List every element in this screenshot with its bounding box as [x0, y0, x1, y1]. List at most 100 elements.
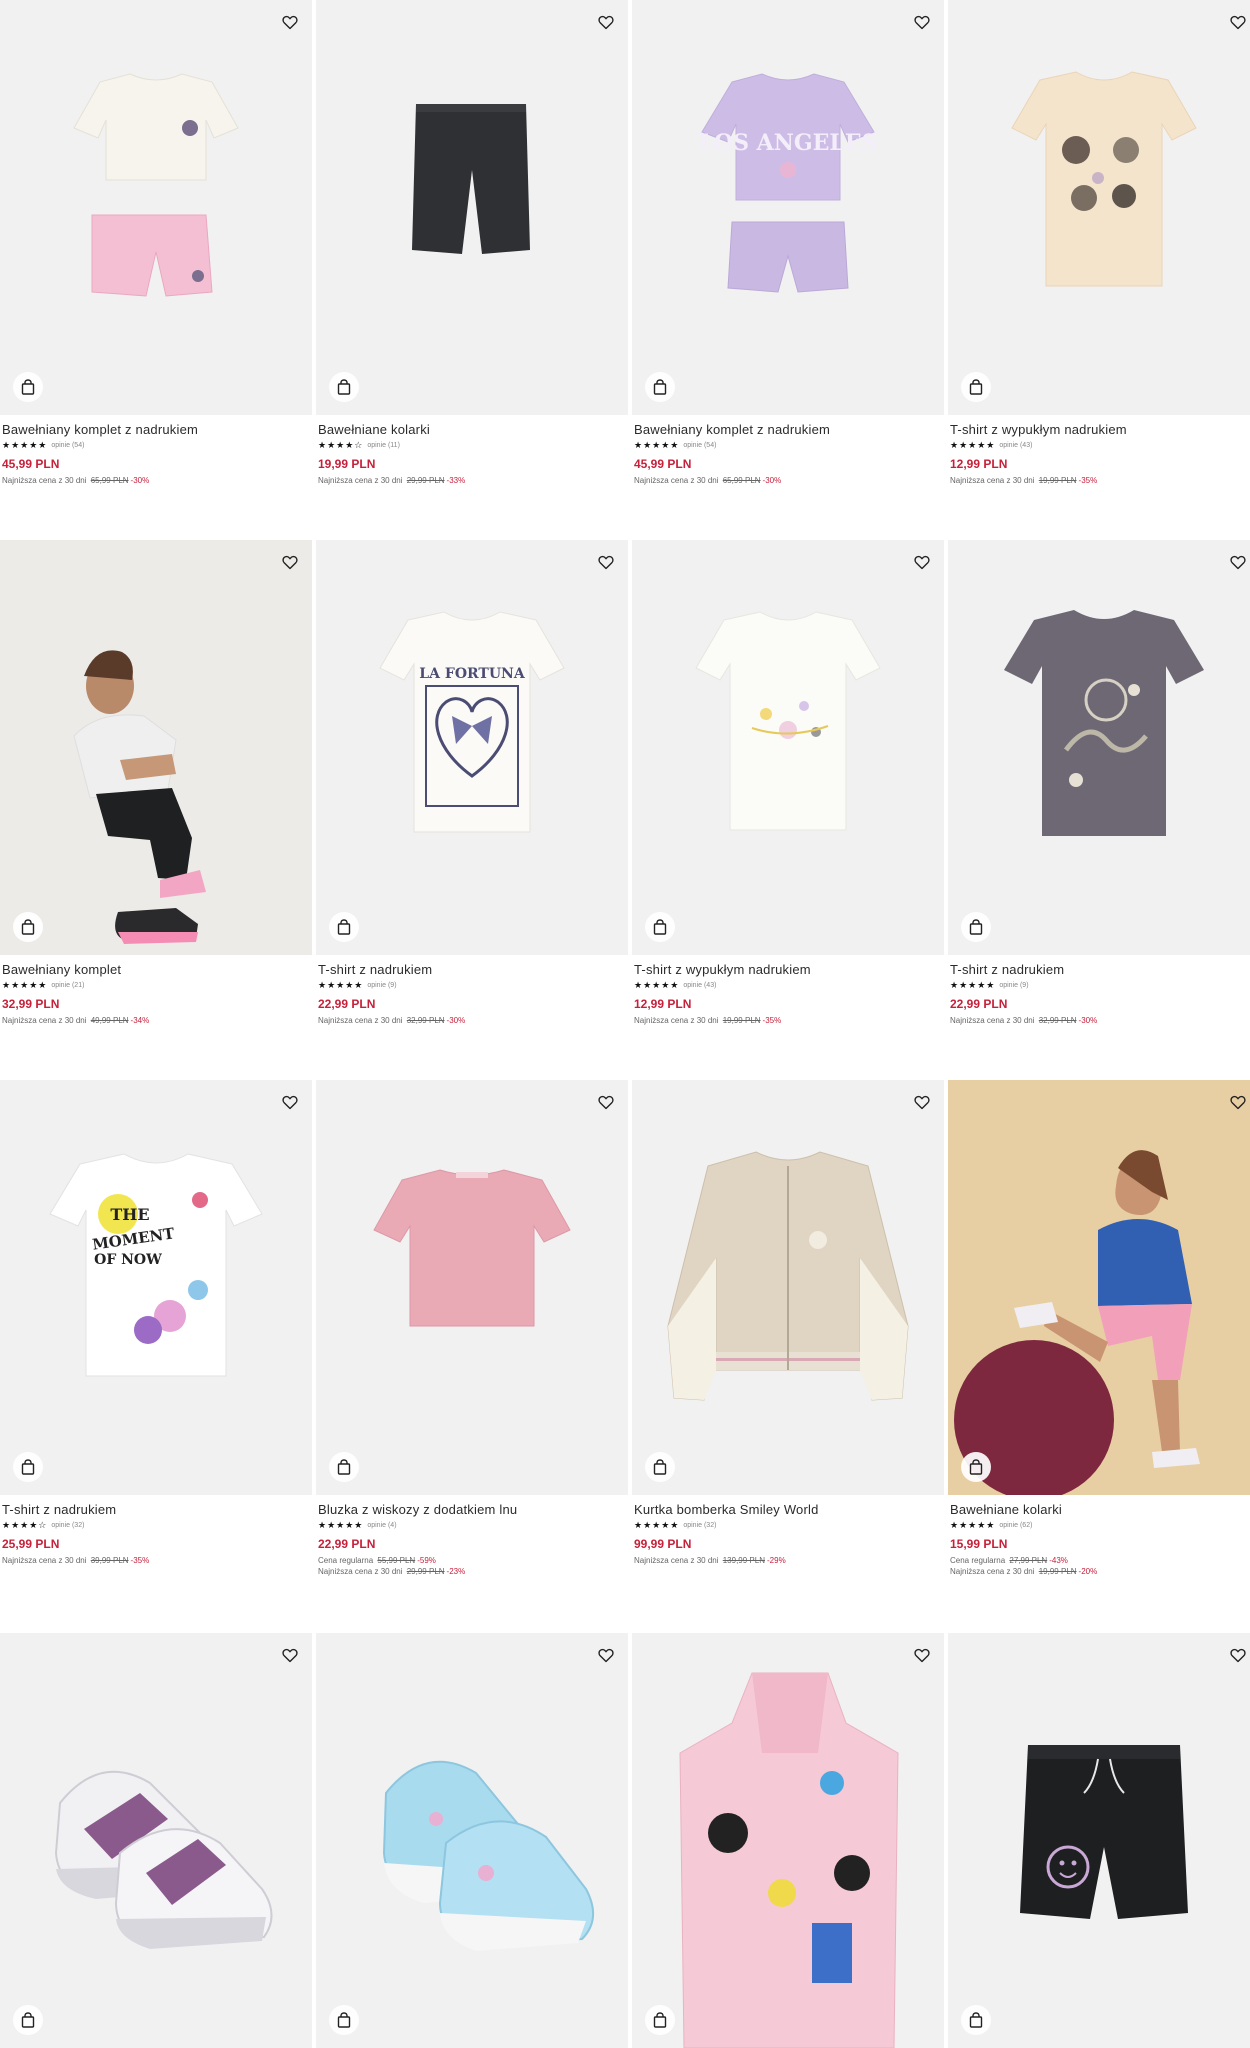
review-count[interactable]: opinie (32) — [683, 1521, 716, 1530]
review-count[interactable]: opinie (43) — [683, 981, 716, 990]
review-count[interactable]: opinie (43) — [999, 441, 1032, 450]
lowest-price: 65,99 PLN — [722, 476, 761, 485]
product-name[interactable]: Kurtka bomberka Smiley World — [634, 1502, 942, 1517]
product-card[interactable]: Bawełniany komplet ★★★★★ opinie (21) 32,… — [0, 540, 312, 1025]
product-image[interactable]: LA FORTUNA — [316, 540, 628, 955]
favorite-heart-icon[interactable] — [594, 1643, 618, 1667]
review-count[interactable]: opinie (4) — [367, 1521, 396, 1530]
product-image[interactable] — [948, 1080, 1250, 1495]
product-card[interactable]: Bluzka z wiskozy z dodatkiem lnu ★★★★★ o… — [316, 1080, 628, 1576]
review-count[interactable]: opinie (11) — [367, 441, 400, 450]
add-to-bag-icon[interactable] — [961, 372, 991, 402]
product-image[interactable] — [632, 540, 944, 955]
lowest-price-line: Najniższa cena z 30 dni 32,99 PLN -30% — [318, 1016, 626, 1025]
add-to-bag-icon[interactable] — [329, 912, 359, 942]
rating-stars: ★★★★★ — [2, 980, 48, 990]
product-image[interactable] — [948, 1633, 1250, 2048]
product-image[interactable] — [0, 1633, 312, 2048]
product-card[interactable] — [632, 1633, 944, 2048]
product-image[interactable] — [948, 540, 1250, 955]
add-to-bag-icon[interactable] — [13, 372, 43, 402]
add-to-bag-icon[interactable] — [961, 1452, 991, 1482]
favorite-heart-icon[interactable] — [594, 10, 618, 34]
add-to-bag-icon[interactable] — [961, 912, 991, 942]
product-image[interactable] — [948, 0, 1250, 415]
product-info: Bawełniany komplet z nadrukiem ★★★★★ opi… — [0, 415, 312, 485]
add-to-bag-icon[interactable] — [329, 372, 359, 402]
favorite-heart-icon[interactable] — [1226, 1090, 1250, 1114]
product-card[interactable]: T-shirt z nadrukiem ★★★★★ opinie (9) 22,… — [948, 540, 1250, 1025]
product-image[interactable]: LOS ANGELES — [632, 0, 944, 415]
favorite-heart-icon[interactable] — [278, 1643, 302, 1667]
product-card[interactable]: T-shirt z wypukłym nadrukiem ★★★★★ opini… — [948, 0, 1250, 485]
add-to-bag-icon[interactable] — [13, 1452, 43, 1482]
favorite-heart-icon[interactable] — [278, 10, 302, 34]
product-card[interactable]: THE MOMENT OF NOW T-shirt z nadrukiem ★★… — [0, 1080, 312, 1565]
add-to-bag-icon[interactable] — [13, 2005, 43, 2035]
product-image[interactable] — [316, 1633, 628, 2048]
product-name[interactable]: Bawełniane kolarki — [318, 422, 626, 437]
add-to-bag-icon[interactable] — [645, 1452, 675, 1482]
product-card[interactable]: Kurtka bomberka Smiley World ★★★★★ opini… — [632, 1080, 944, 1565]
product-card[interactable]: LA FORTUNA T-shirt z nadrukiem ★★★★★ opi… — [316, 540, 628, 1025]
product-card[interactable] — [0, 1633, 312, 2048]
product-rating: ★★★★★ opinie (54) — [634, 441, 942, 450]
product-name[interactable]: T-shirt z nadrukiem — [2, 1502, 310, 1517]
add-to-bag-icon[interactable] — [645, 372, 675, 402]
product-image[interactable] — [0, 0, 312, 415]
product-card[interactable] — [948, 1633, 1250, 2048]
product-image[interactable] — [632, 1080, 944, 1495]
product-name[interactable]: T-shirt z nadrukiem — [950, 962, 1250, 977]
lowest-price-label: Najniższa cena z 30 dni — [950, 1567, 1035, 1576]
review-count[interactable]: opinie (62) — [999, 1521, 1032, 1530]
product-image[interactable] — [316, 0, 628, 415]
product-name[interactable]: Bawełniane kolarki — [950, 1502, 1250, 1517]
review-count[interactable]: opinie (9) — [999, 981, 1028, 990]
product-image[interactable] — [316, 1080, 628, 1495]
product-image[interactable] — [632, 1633, 944, 2048]
review-count[interactable]: opinie (32) — [51, 1521, 84, 1530]
product-card[interactable]: Bawełniane kolarki ★★★★★ opinie (62) 15,… — [948, 1080, 1250, 1576]
lowest-discount: -30% — [446, 1016, 466, 1025]
lowest-discount: -34% — [130, 1016, 150, 1025]
favorite-heart-icon[interactable] — [1226, 1643, 1250, 1667]
product-card[interactable]: T-shirt z wypukłym nadrukiem ★★★★★ opini… — [632, 540, 944, 1025]
review-count[interactable]: opinie (21) — [51, 981, 84, 990]
add-to-bag-icon[interactable] — [329, 1452, 359, 1482]
favorite-heart-icon[interactable] — [1226, 550, 1250, 574]
lowest-price-line: Najniższa cena z 30 dni 65,99 PLN -30% — [634, 476, 942, 485]
favorite-heart-icon[interactable] — [278, 1090, 302, 1114]
product-name[interactable]: T-shirt z wypukłym nadrukiem — [950, 422, 1250, 437]
product-image[interactable] — [0, 540, 312, 955]
lowest-price-line: Najniższa cena z 30 dni 39,99 PLN -35% — [2, 1556, 310, 1565]
product-name[interactable]: Bawełniany komplet z nadrukiem — [2, 422, 310, 437]
add-to-bag-icon[interactable] — [13, 912, 43, 942]
favorite-heart-icon[interactable] — [594, 1090, 618, 1114]
favorite-heart-icon[interactable] — [910, 10, 934, 34]
product-card[interactable]: Bawełniane kolarki ★★★★☆ opinie (11) 19,… — [316, 0, 628, 485]
add-to-bag-icon[interactable] — [329, 2005, 359, 2035]
product-photo — [1020, 1745, 1188, 1919]
product-name[interactable]: Bawełniany komplet — [2, 962, 310, 977]
lowest-price-line: Najniższa cena z 30 dni 29,99 PLN -23% — [318, 1567, 626, 1576]
favorite-heart-icon[interactable] — [910, 1643, 934, 1667]
favorite-heart-icon[interactable] — [278, 550, 302, 574]
product-card[interactable]: Bawełniany komplet z nadrukiem ★★★★★ opi… — [0, 0, 312, 485]
add-to-bag-icon[interactable] — [645, 2005, 675, 2035]
review-count[interactable]: opinie (54) — [683, 441, 716, 450]
product-image[interactable]: THE MOMENT OF NOW — [0, 1080, 312, 1495]
review-count[interactable]: opinie (9) — [367, 981, 396, 990]
product-name[interactable]: T-shirt z nadrukiem — [318, 962, 626, 977]
favorite-heart-icon[interactable] — [1226, 10, 1250, 34]
add-to-bag-icon[interactable] — [961, 2005, 991, 2035]
add-to-bag-icon[interactable] — [645, 912, 675, 942]
favorite-heart-icon[interactable] — [594, 550, 618, 574]
product-card[interactable]: LOS ANGELES Bawełniany komplet z nadruki… — [632, 0, 944, 485]
favorite-heart-icon[interactable] — [910, 1090, 934, 1114]
product-name[interactable]: Bluzka z wiskozy z dodatkiem lnu — [318, 1502, 626, 1517]
review-count[interactable]: opinie (54) — [51, 441, 84, 450]
product-card[interactable] — [316, 1633, 628, 2048]
product-name[interactable]: T-shirt z wypukłym nadrukiem — [634, 962, 942, 977]
product-name[interactable]: Bawełniany komplet z nadrukiem — [634, 422, 942, 437]
favorite-heart-icon[interactable] — [910, 550, 934, 574]
